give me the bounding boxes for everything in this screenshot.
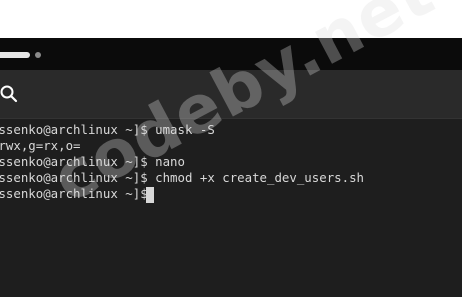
tab-bar [0,38,462,70]
top-blank-area [0,0,462,38]
search-bar[interactable] [0,70,462,119]
inactive-tab-indicator[interactable] [35,52,41,58]
terminal-line: =rwx,g=rx,o= [0,138,81,153]
terminal-line: sssenko@archlinux ~]$ umask -S [0,122,215,137]
terminal-app-window: sssenko@archlinux ~]$ umask -S =rwx,g=rx… [0,0,462,297]
search-icon[interactable] [0,85,20,105]
active-tab-indicator[interactable] [0,52,30,58]
terminal-line: sssenko@archlinux ~]$ chmod +x create_de… [0,170,364,185]
terminal-cursor [146,187,154,203]
terminal-line: sssenko@archlinux ~]$ nano [0,154,185,169]
terminal-prompt-line: sssenko@archlinux ~]$ [0,186,156,201]
